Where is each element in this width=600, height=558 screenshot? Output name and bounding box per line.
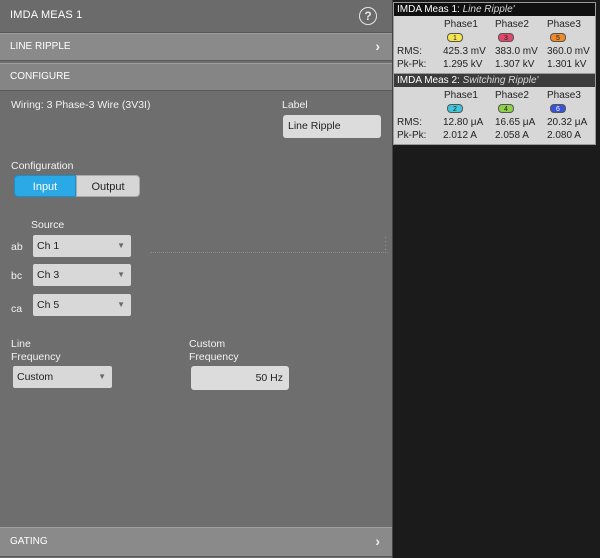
custom-frequency-caption: Custom [189, 338, 226, 350]
input-toggle-button[interactable]: Input [14, 175, 76, 197]
divider [150, 252, 388, 253]
rms-value: 383.0 mV [495, 46, 538, 57]
channel-badge: 4 [498, 104, 514, 113]
panel-header: IMDA MEAS 1 ? [0, 0, 392, 33]
phase-header: Phase1 [444, 19, 478, 30]
resize-grip-icon[interactable]: · · · · [384, 233, 387, 255]
pkpk-value: 1.307 kV [495, 59, 535, 70]
dropdown-caret-icon: ▼ [117, 241, 125, 250]
pkpk-value: 2.058 A [495, 130, 529, 141]
rms-value: 12.80 μA [443, 117, 484, 128]
meas2-title-bar: IMDA Meas 2: Switching Ripple' [394, 74, 595, 87]
rms-value: 425.3 mV [443, 46, 486, 57]
line-frequency-caption: Line [11, 338, 31, 350]
channel-badge: 3 [498, 33, 514, 42]
meas2-results-grid: Phase1 Phase2 Phase3 2 4 6 RMS: Pk-Pk: 1… [394, 87, 595, 144]
measurement-config-panel: IMDA MEAS 1 ? LINE RIPPLE › CONFIGURE Wi… [0, 0, 393, 558]
pkpk-label: Pk-Pk: [397, 130, 427, 141]
wiring-text: Wiring: 3 Phase-3 Wire (3V3I) [11, 99, 151, 111]
source-ab-select[interactable]: Ch 1 ▼ [33, 235, 131, 257]
channel-badge: 6 [550, 104, 566, 113]
dropdown-caret-icon: ▼ [117, 270, 125, 279]
label-caption: Label [282, 99, 308, 111]
section-configure[interactable]: CONFIGURE [0, 63, 392, 91]
source-bc-select[interactable]: Ch 3 ▼ [33, 264, 131, 286]
meas2-subtitle: Switching Ripple' [462, 75, 539, 86]
channel-badge: 2 [447, 104, 463, 113]
section-configure-label: CONFIGURE [10, 71, 70, 82]
line-frequency-value: Custom [17, 371, 54, 383]
meas2-title: IMDA Meas 2: [397, 75, 460, 86]
channel-badge: 5 [550, 33, 566, 42]
custom-frequency-input[interactable]: 50 Hz [191, 366, 289, 390]
meas1-subtitle: Line Ripple' [462, 4, 515, 15]
meas1-results-grid: Phase1 Phase2 Phase3 1 3 5 RMS: Pk-Pk: 4… [394, 16, 595, 73]
meas1-results-card[interactable]: IMDA Meas 1: Line Ripple' Phase1 Phase2 … [393, 2, 596, 74]
custom-frequency-caption: Frequency [189, 351, 239, 363]
section-gating[interactable]: GATING › [0, 527, 392, 557]
source-pair-label: ca [11, 303, 23, 315]
section-line-ripple-label: LINE RIPPLE [10, 41, 71, 52]
panel-title: IMDA MEAS 1 [10, 9, 83, 21]
rms-label: RMS: [397, 46, 422, 57]
chevron-right-icon: › [375, 533, 380, 549]
chevron-right-icon: › [375, 38, 380, 54]
phase-header: Phase3 [547, 19, 581, 30]
rms-value: 360.0 mV [547, 46, 590, 57]
dropdown-caret-icon: ▼ [98, 372, 106, 381]
meas1-title-bar: IMDA Meas 1: Line Ripple' [394, 3, 595, 16]
phase-header: Phase2 [495, 90, 529, 101]
label-input[interactable]: Line Ripple [283, 115, 381, 138]
help-icon[interactable]: ? [359, 7, 377, 25]
source-ab-value: Ch 1 [37, 240, 60, 252]
source-pair-label: bc [11, 270, 23, 282]
section-gating-label: GATING [10, 536, 48, 547]
channel-badge: 1 [447, 33, 463, 42]
section-line-ripple[interactable]: LINE RIPPLE › [0, 33, 392, 61]
phase-header: Phase1 [444, 90, 478, 101]
pkpk-value: 1.301 kV [547, 59, 587, 70]
line-frequency-select[interactable]: Custom ▼ [13, 366, 112, 388]
phase-header: Phase2 [495, 19, 529, 30]
meas1-title: IMDA Meas 1: [397, 4, 460, 15]
rms-value: 20.32 μA [547, 117, 588, 128]
pkpk-value: 1.295 kV [443, 59, 483, 70]
output-toggle-button[interactable]: Output [76, 175, 140, 197]
rms-label: RMS: [397, 117, 422, 128]
line-frequency-caption: Frequency [11, 351, 61, 363]
pkpk-value: 2.012 A [443, 130, 477, 141]
source-ca-value: Ch 5 [37, 299, 60, 311]
pkpk-value: 2.080 A [547, 130, 581, 141]
source-bc-value: Ch 3 [37, 269, 60, 281]
configuration-caption: Configuration [11, 160, 74, 172]
phase-header: Phase3 [547, 90, 581, 101]
pkpk-label: Pk-Pk: [397, 59, 427, 70]
dropdown-caret-icon: ▼ [117, 300, 125, 309]
source-ca-select[interactable]: Ch 5 ▼ [33, 294, 131, 316]
source-caption: Source [31, 219, 65, 231]
source-pair-label: ab [11, 241, 23, 253]
meas2-results-card[interactable]: IMDA Meas 2: Switching Ripple' Phase1 Ph… [393, 73, 596, 145]
rms-value: 16.65 μA [495, 117, 536, 128]
